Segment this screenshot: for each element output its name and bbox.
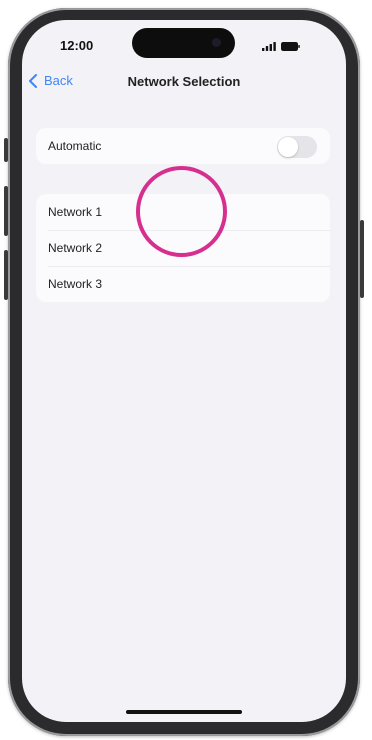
status-bar: 12:00 xyxy=(22,20,346,66)
network-label: Network 3 xyxy=(48,277,103,291)
screen: 12:00 Back Network Selection Automatic N… xyxy=(22,20,346,722)
network-label: Network 1 xyxy=(48,205,103,219)
page-title: Network Selection xyxy=(127,74,241,89)
home-indicator xyxy=(126,710,242,714)
volume-down-button xyxy=(4,250,8,300)
automatic-label: Automatic xyxy=(48,139,102,153)
network-item-3[interactable]: Network 3 xyxy=(36,266,330,302)
automatic-toggle[interactable] xyxy=(277,136,317,158)
volume-up-button xyxy=(4,186,8,236)
camera-icon xyxy=(212,38,221,47)
tap-indicator xyxy=(136,166,227,257)
network-label: Network 2 xyxy=(48,241,103,255)
action-button xyxy=(4,138,8,162)
automatic-group: Automatic xyxy=(36,128,330,164)
navigation-bar: Back Network Selection xyxy=(22,70,346,98)
automatic-row: Automatic xyxy=(36,128,330,164)
cellular-signal-icon xyxy=(262,42,276,51)
dynamic-island xyxy=(132,28,235,58)
battery-icon xyxy=(281,42,300,51)
toggle-knob xyxy=(278,137,298,157)
status-time: 12:00 xyxy=(60,38,94,53)
power-button xyxy=(360,220,364,298)
